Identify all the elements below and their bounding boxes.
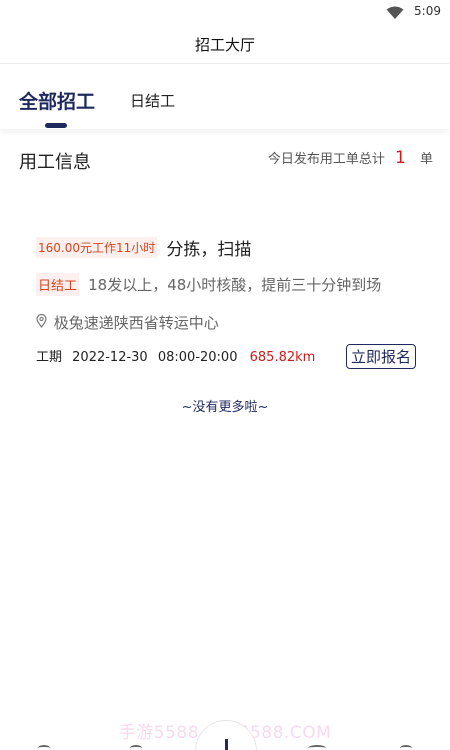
period-label: 工期 — [36, 350, 63, 365]
daily-total: 今日发布用工单总计 1 单 — [268, 148, 433, 168]
nav-message-icon[interactable] — [308, 745, 326, 750]
plus-icon — [225, 739, 228, 750]
daily-total-unit: 单 — [419, 152, 433, 167]
job-distance: 685.82km — [249, 350, 316, 365]
nav-jobs-icon[interactable] — [130, 745, 142, 750]
job-requirements-row: 日结工 18发以上，48小时核酸，提前三十分钟到场 — [36, 273, 381, 296]
section-title: 用工信息 — [19, 152, 91, 173]
nav-home-icon[interactable] — [38, 745, 50, 750]
job-card[interactable]: 160.00元工作11小时 分拣，扫描 日结工 18发以上，48小时核酸，提前三… — [36, 228, 426, 378]
tab-daily-jobs[interactable]: 日结工 — [130, 90, 175, 111]
bottom-nav — [0, 720, 450, 750]
page-title: 招工大厅 — [194, 36, 255, 54]
tab-all-jobs[interactable]: 全部招工 — [19, 87, 95, 114]
job-requirements: 18发以上，48小时核酸，提前三十分钟到场 — [88, 276, 382, 294]
status-time: 5:09 — [414, 4, 441, 18]
wifi-icon — [386, 5, 404, 24]
status-bar: 5:09 — [0, 0, 450, 24]
job-location-row: 极兔速递陕西省转运中心 — [36, 312, 219, 333]
daily-total-label: 今日发布用工单总计 — [267, 152, 385, 167]
job-type-tag: 日结工 — [36, 273, 80, 296]
job-title-row: 160.00元工作11小时 分拣，扫描 — [36, 235, 251, 260]
tab-bar: 全部招工 日结工 — [0, 65, 450, 129]
pay-tag: 160.00元工作11小时 — [36, 237, 158, 258]
job-location: 极兔速递陕西省转运中心 — [53, 314, 219, 332]
apply-button[interactable]: 立即报名 — [345, 344, 416, 369]
section-header: 用工信息 今日发布用工单总计 1 单 — [0, 148, 450, 173]
location-pin-icon — [36, 313, 47, 332]
nav-profile-icon[interactable] — [400, 745, 412, 750]
no-more-text: ~没有更多啦~ — [181, 400, 269, 415]
daily-total-count: 1 — [395, 148, 406, 168]
job-date: 2022-12-30 — [72, 350, 148, 365]
active-tab-indicator — [45, 123, 67, 128]
title-bar: 招工大厅 — [0, 24, 450, 64]
job-time-range: 08:00-20:00 — [157, 350, 238, 365]
job-schedule-row: 工期 2022-12-30 08:00-20:00 685.82km 立即报名 — [36, 344, 416, 369]
job-name: 分拣，扫描 — [166, 240, 252, 260]
